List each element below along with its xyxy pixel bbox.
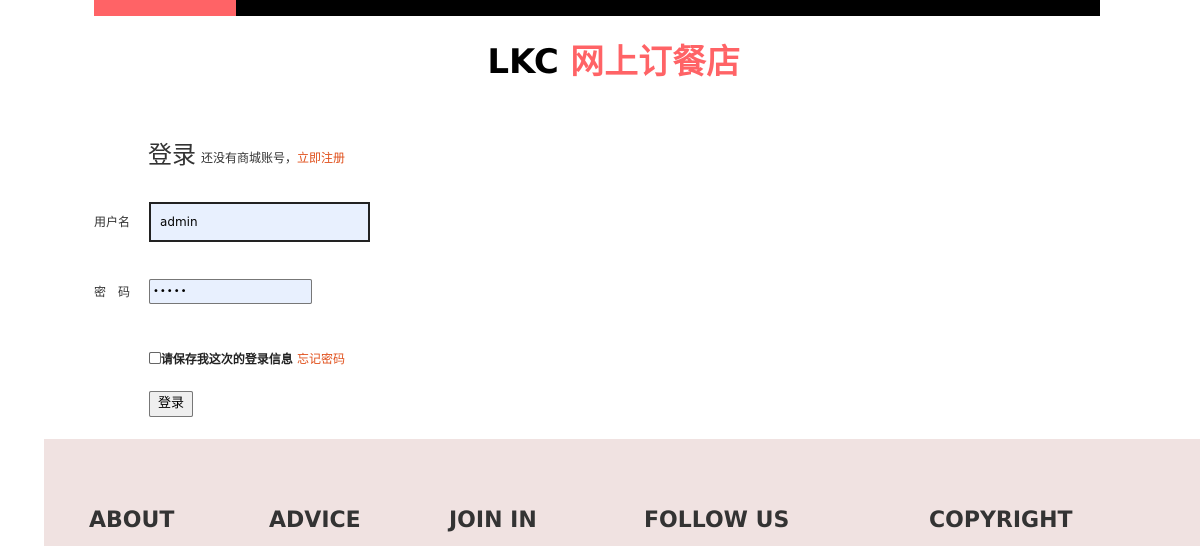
password-label: 密 码 [94, 285, 131, 299]
login-title: 登录 [148, 141, 196, 169]
forgot-password-link[interactable]: 忘记密码 [297, 352, 345, 366]
footer-follow-us[interactable]: FOLLOW US [644, 508, 789, 534]
remember-checkbox[interactable] [149, 352, 161, 364]
password-input[interactable]: ••••• [149, 279, 312, 304]
top-bar-accent [94, 0, 236, 16]
footer: ABOUT ADVICE JOIN IN FOLLOW US COPYRIGHT [44, 439, 1200, 546]
username-label: 用户名 [94, 215, 131, 229]
remember-row: 请保存我这次的登录信息 忘记密码 [149, 350, 345, 368]
remember-label[interactable]: 请保存我这次的登录信息 [161, 352, 293, 366]
footer-join-in[interactable]: JOIN IN [449, 508, 537, 534]
register-hint: 还没有商城账号，立即注册 [201, 149, 345, 167]
brand-name: 网上订餐店 [570, 42, 741, 82]
footer-copyright[interactable]: COPYRIGHT [929, 508, 1073, 534]
footer-about[interactable]: ABOUT [89, 508, 174, 534]
top-bar [94, 0, 1100, 16]
brand-prefix: LKC [487, 42, 559, 82]
site-title: LKC 网上订餐店 [0, 38, 1200, 86]
username-input[interactable]: admin [149, 202, 370, 242]
register-link[interactable]: 立即注册 [297, 151, 345, 165]
login-button[interactable]: 登录 [149, 391, 193, 417]
footer-advice[interactable]: ADVICE [269, 508, 361, 534]
register-hint-text: 还没有商城账号， [201, 151, 298, 165]
